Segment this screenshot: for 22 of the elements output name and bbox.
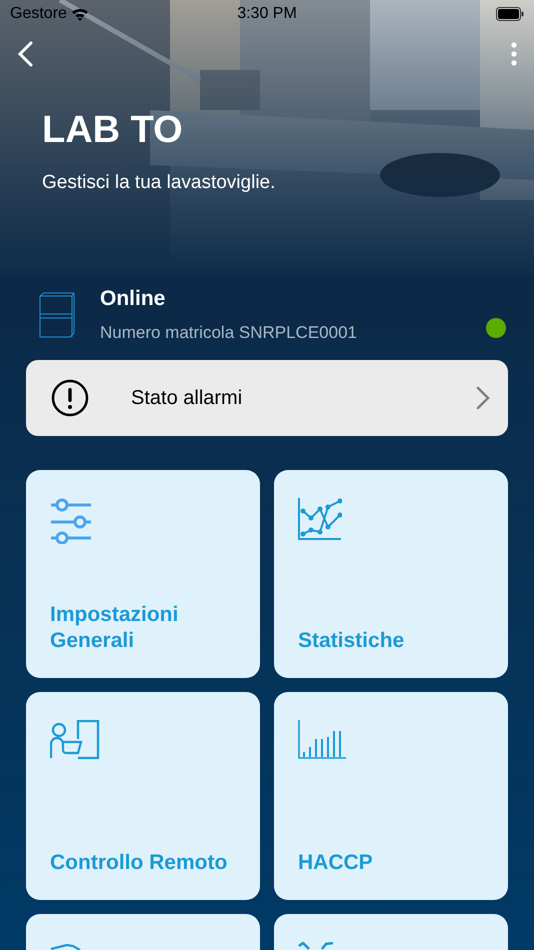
line-chart-icon (298, 498, 342, 540)
bar-chart-icon (298, 720, 346, 760)
status-label: Online (100, 287, 166, 311)
serial-number: Numero matricola SNRPLCE0001 (100, 323, 358, 343)
battery-icon (496, 7, 524, 21)
alarm-status-button[interactable]: Stato allarmi (26, 360, 508, 436)
carrier-name: Gestore (10, 5, 67, 23)
person-at-computer-icon (50, 720, 100, 760)
alert-icon (51, 379, 89, 417)
clock-time: 3:30 PM (236, 5, 298, 23)
device-subtitle: Gestisci la tua lavastoviglie. (42, 172, 276, 194)
menu-tile[interactable]: Statistiche (274, 470, 508, 678)
more-button[interactable] (510, 41, 518, 67)
menu-tile[interactable]: Impostazioni Generali (26, 470, 260, 678)
sliders-icon (50, 498, 94, 544)
dishwasher-icon (38, 292, 76, 338)
wifi-icon (70, 7, 89, 21)
menu-tile[interactable]: HACCP (274, 692, 508, 900)
menu-tile[interactable]: Controllo Remoto (26, 692, 260, 900)
back-button[interactable] (16, 41, 34, 67)
chevron-icon (476, 386, 490, 410)
device-title: LAB TO (42, 108, 184, 152)
